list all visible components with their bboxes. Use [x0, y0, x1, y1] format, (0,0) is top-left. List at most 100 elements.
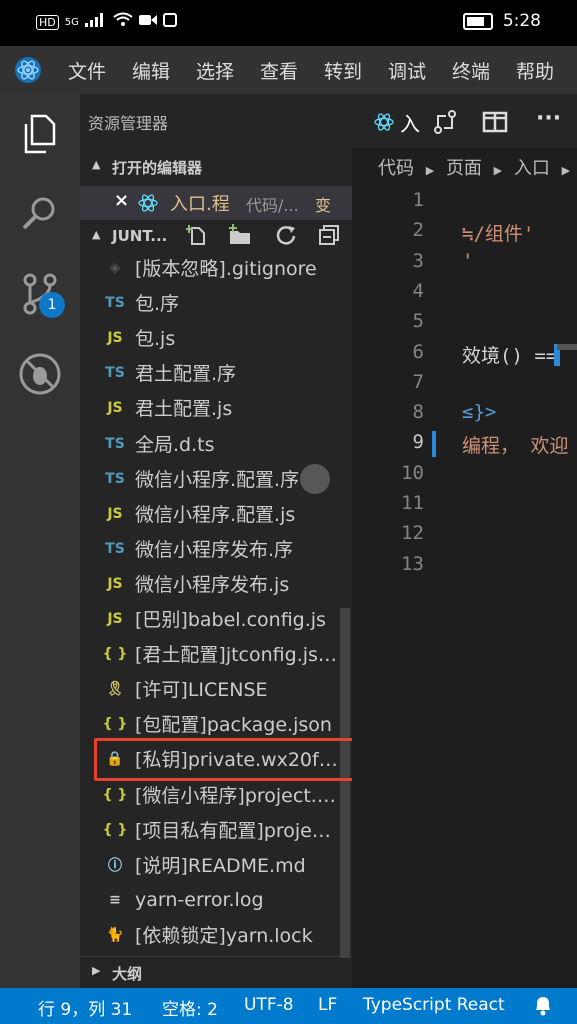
code-line: ' — [462, 250, 474, 272]
search-icon[interactable] — [16, 190, 64, 238]
file-row[interactable]: { } [微信小程序]project.c... — [80, 777, 340, 812]
file-name: 全局.d.ts — [135, 434, 215, 456]
bell-icon[interactable] — [532, 994, 554, 1021]
line-number: 4 — [412, 280, 424, 302]
new-folder-icon[interactable] — [228, 224, 252, 250]
menu-go[interactable]: 转到 — [324, 57, 362, 84]
new-file-icon[interactable] — [185, 224, 208, 250]
line-number: 8 — [412, 401, 424, 423]
sidebar-scrollbar[interactable] — [340, 608, 350, 958]
menu-debug[interactable]: 调试 — [388, 57, 426, 84]
file-name: [版本忽略].gitignore — [135, 258, 317, 280]
chevron-right-icon: ▶ — [92, 964, 101, 977]
activity-bar — [0, 94, 80, 988]
json-file-icon: { } — [102, 821, 128, 838]
video-icon — [138, 14, 157, 30]
react-logo-icon[interactable] — [14, 56, 42, 84]
indentation[interactable]: 空格: 2 — [162, 995, 218, 1020]
file-row[interactable]: ◈ [版本忽略].gitignore — [80, 250, 340, 285]
editor-tab[interactable]: 入 — [400, 108, 420, 137]
file-row[interactable]: TS 微信小程序发布.序 — [80, 531, 340, 566]
refresh-icon[interactable] — [275, 224, 297, 250]
file-name: [许可]LICENSE — [135, 679, 268, 701]
file-name: 微信小程序发布.序 — [135, 539, 294, 561]
files-icon[interactable] — [16, 110, 64, 158]
encoding[interactable]: UTF-8 — [244, 995, 294, 1015]
file-name: 微信小程序.配置.js — [135, 504, 296, 526]
file-row[interactable]: JS 微信小程序.配置.js — [80, 496, 340, 531]
menu-bar: 文件 编辑 选择 查看 转到 调试 终端 帮助 — [0, 46, 577, 94]
line-number: 1 — [412, 189, 424, 211]
project-section[interactable]: ▲ JUNT... — [80, 220, 352, 252]
file-row[interactable]: TS 全局.d.ts — [80, 426, 340, 461]
file-row[interactable]: JS 微信小程序发布.js — [80, 566, 340, 601]
project-label: JUNT... — [112, 227, 168, 245]
scm-count-badge: 1 — [39, 292, 65, 318]
file-row[interactable]: { } [项目私有配置]project... — [80, 812, 340, 847]
chevron-right-icon: ▶ — [493, 164, 503, 177]
file-name: 包.序 — [135, 293, 180, 315]
breadcrumb-item[interactable]: 入口 — [514, 158, 550, 179]
menu-selection[interactable]: 选择 — [196, 57, 234, 84]
open-editor-path: 代码/... — [246, 196, 299, 215]
open-editor-item[interactable]: × 入口.程 代码/... 变 — [80, 186, 352, 220]
open-editors-section[interactable]: ▲ 打开的编辑器 — [80, 151, 352, 183]
file-row[interactable]: 🎗 [许可]LICENSE — [80, 671, 340, 706]
file-name: [微信小程序]project.c... — [135, 785, 340, 807]
line-number: 10 — [401, 462, 424, 484]
editor-tab-bar: 入 ··· — [352, 94, 577, 148]
ts-file-icon: TS — [105, 364, 125, 381]
line-number: 6 — [412, 341, 424, 363]
line-ending[interactable]: LF — [318, 995, 337, 1015]
line-number: 3 — [412, 250, 424, 272]
signal-icon — [84, 13, 107, 31]
menu-help[interactable]: 帮助 — [516, 57, 554, 84]
file-name: [依赖锁定]yarn.lock — [135, 925, 313, 947]
debug-icon[interactable] — [16, 350, 64, 398]
menu-edit[interactable]: 编辑 — [132, 57, 170, 84]
file-name: 微信小程序.配置.序 — [135, 469, 300, 491]
wifi-icon — [113, 12, 133, 32]
open-editor-name: 入口.程 — [170, 194, 230, 215]
file-row[interactable]: TS 包.序 — [80, 285, 340, 320]
code-line: ≒/组件' — [462, 223, 535, 245]
cursor-position[interactable]: 行 9，列 31 — [38, 995, 132, 1020]
file-row[interactable]: JS 君土配置.js — [80, 390, 340, 425]
language-mode[interactable]: TypeScript React — [363, 995, 505, 1015]
file-row[interactable]: JS 包.js — [80, 320, 340, 355]
breadcrumb-item[interactable]: 页面 — [446, 158, 482, 179]
file-row[interactable]: ⓘ [说明]README.md — [80, 847, 340, 882]
file-row[interactable]: { } [包配置]package.json — [80, 706, 340, 741]
split-editor-icon[interactable] — [482, 111, 508, 137]
notification-icon — [162, 13, 177, 31]
yarn-file-icon: 🐈 — [106, 926, 124, 943]
outline-section[interactable]: ▶ 大纲 — [80, 956, 352, 989]
code-line: 编程， 欢迎 — [462, 435, 569, 457]
network-indicator: 5G — [64, 16, 79, 28]
file-row[interactable]: TS 君土配置.序 — [80, 355, 340, 390]
close-icon[interactable]: × — [114, 190, 129, 211]
file-row[interactable]: ≡ yarn-error.log — [80, 882, 340, 917]
collapse-all-icon[interactable] — [318, 224, 340, 250]
menu-terminal[interactable]: 终端 — [452, 57, 490, 84]
file-row[interactable]: 🐈 [依赖锁定]yarn.lock — [80, 917, 340, 952]
menu-view[interactable]: 查看 — [260, 57, 298, 84]
js-file-icon: JS — [107, 399, 123, 416]
more-actions-icon[interactable]: ··· — [536, 106, 561, 131]
minimap-slider[interactable] — [557, 344, 577, 350]
file-name: 君土配置.js — [135, 398, 233, 420]
line-number: 13 — [401, 553, 424, 575]
compare-changes-icon[interactable] — [432, 110, 458, 138]
editor-status-bar: 行 9，列 31 空格: 2 UTF-8 LF TypeScript React — [0, 988, 577, 1024]
ts-file-icon: TS — [105, 470, 125, 487]
json-file-icon: { } — [102, 715, 128, 732]
file-row[interactable]: JS [巴别]babel.config.js — [80, 601, 340, 636]
file-row[interactable]: { } [君土配置]jtconfig.json — [80, 636, 340, 671]
active-line-indicator — [432, 431, 436, 457]
info-file-icon: ⓘ — [108, 857, 122, 874]
file-name: [包配置]package.json — [135, 714, 332, 736]
touch-cursor — [300, 464, 330, 494]
log-file-icon: ≡ — [109, 891, 121, 908]
menu-file[interactable]: 文件 — [68, 57, 106, 84]
breadcrumb-item[interactable]: 代码 — [378, 158, 414, 179]
